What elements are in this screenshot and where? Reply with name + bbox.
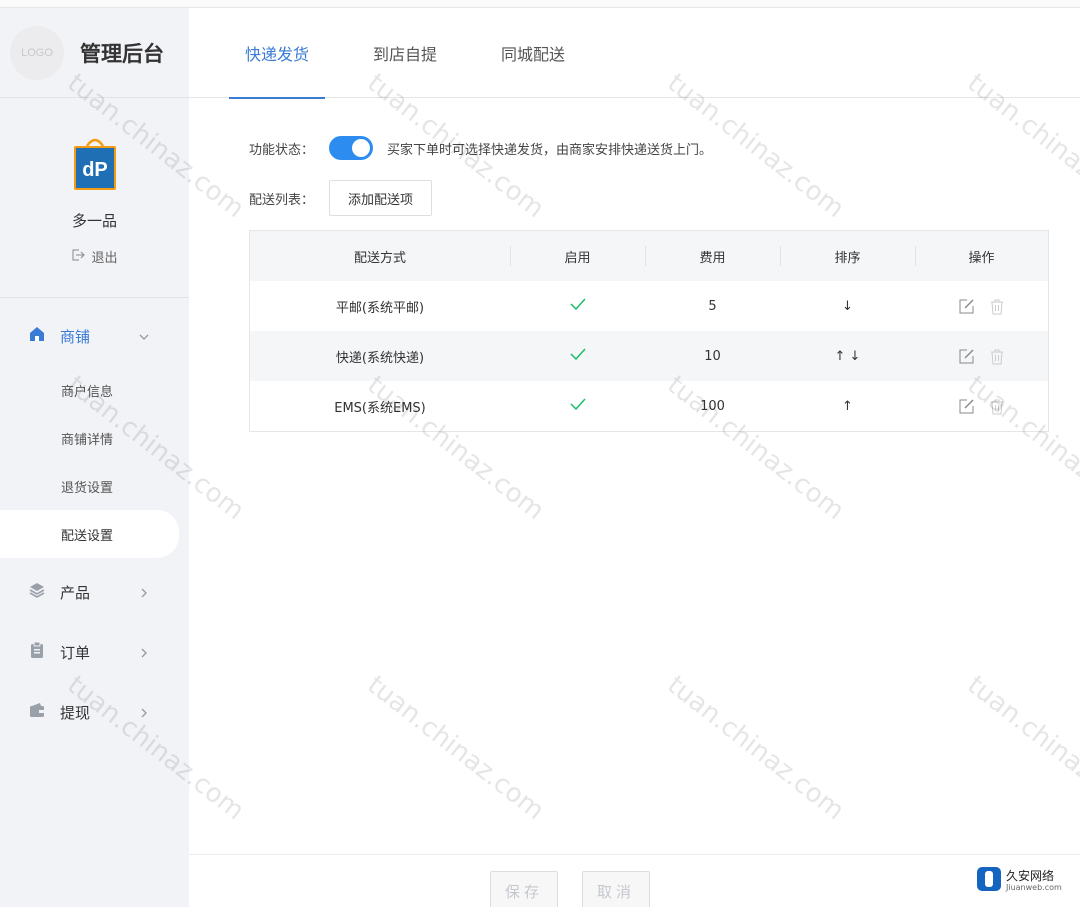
nav-group-label: 提现 (60, 703, 91, 722)
corner-brand: 久安网络 Jiuanweb.com (976, 866, 1062, 896)
save-button[interactable]: 保存 (490, 871, 558, 907)
add-delivery-button[interactable]: 添加配送项 (329, 180, 433, 216)
side-nav: 商铺 商户信息 商铺详情 退货设置 配送设置 产品 订单 提现 (0, 298, 189, 742)
col-header-method: 配送方式 (353, 250, 406, 266)
sidebar-item-delivery-settings[interactable]: 配送设置 (0, 510, 179, 558)
cancel-button[interactable]: 取消 (582, 871, 650, 907)
col-header-sort: 排序 (780, 231, 915, 281)
status-toggle[interactable] (329, 136, 373, 160)
nav-group-label: 商铺 (60, 327, 91, 346)
sidebar-item-return-settings[interactable]: 退货设置 (0, 462, 189, 510)
nav-group-label: 订单 (60, 643, 91, 662)
corner-brand-name: 久安网络 (1006, 869, 1055, 883)
app-title: 管理后台 (80, 41, 164, 66)
list-label: 配送列表： (249, 192, 315, 208)
logout-icon (71, 248, 86, 266)
main-content: 快递发货 到店自提 同城配送 功能状态： 买家下单时可选择快递发货，由商家安排快… (189, 8, 1080, 907)
sidebar-item-merchant-info[interactable]: 商户信息 (0, 366, 189, 414)
status-label: 功能状态： (249, 142, 315, 158)
shop-profile: dP 多一品 退出 (0, 98, 189, 298)
nav-group-withdraw[interactable]: 提现 (0, 682, 189, 742)
check-icon (569, 348, 586, 364)
delivery-table: 配送方式 启用 费用 排序 操作 平邮(系统平邮) 5 ↓ 快递(系统快递) 1… (249, 230, 1049, 432)
chevron-right-icon (138, 584, 150, 603)
actions-cell (915, 331, 1048, 381)
fee-cell: 10 (704, 348, 721, 364)
top-strip (0, 0, 1080, 8)
check-icon (569, 298, 586, 314)
shop-name: 多一品 (71, 212, 117, 230)
list-row: 配送列表： 添加配送项 (249, 180, 433, 216)
fee-cell: 5 (708, 298, 717, 314)
enabled-cell[interactable] (510, 381, 645, 431)
logout-button[interactable]: 退出 (71, 247, 118, 266)
table-row: EMS(系统EMS) 100 ↑ (250, 381, 1048, 431)
brand-header: LOGO 管理后台 (0, 8, 189, 98)
sidebar-item-shop-details[interactable]: 商铺详情 (0, 414, 189, 462)
status-row: 功能状态： 买家下单时可选择快递发货，由商家安排快递送货上门。 (249, 136, 712, 160)
delete-icon[interactable] (989, 298, 1005, 315)
layers-icon (28, 581, 46, 603)
delete-icon[interactable] (989, 348, 1005, 365)
tab-express-delivery[interactable]: 快递发货 (229, 8, 325, 99)
edit-icon[interactable] (958, 298, 975, 315)
corner-brand-domain: Jiuanweb.com (1006, 883, 1062, 892)
shop-avatar: dP (72, 134, 118, 192)
home-icon (28, 325, 46, 347)
svg-text:dP: dP (82, 159, 108, 181)
sidebar: LOGO 管理后台 dP 多一品 退出 商铺 商户信息 商铺详情 退货设置 配送… (0, 8, 189, 907)
method-cell: 平邮(系统平邮) (335, 300, 425, 316)
actions-cell (915, 381, 1048, 431)
chevron-right-icon (138, 704, 150, 723)
fee-cell: 100 (700, 398, 725, 414)
status-description: 买家下单时可选择快递发货，由商家安排快递送货上门。 (387, 142, 713, 158)
tab-store-pickup[interactable]: 到店自提 (357, 8, 453, 98)
enabled-cell[interactable] (510, 281, 645, 331)
brand-mark-icon (976, 866, 1002, 896)
sort-cell[interactable]: ↑ ↓ (780, 331, 915, 381)
method-cell: 快递(系统快递) (335, 350, 425, 366)
delivery-tabs: 快递发货 到店自提 同城配送 (189, 8, 1080, 99)
sort-cell[interactable]: ↑ (780, 381, 915, 431)
edit-icon[interactable] (958, 398, 975, 415)
chevron-right-icon (138, 644, 150, 663)
wallet-icon (28, 701, 46, 723)
col-header-fee: 费用 (645, 231, 780, 281)
table-row: 快递(系统快递) 10 ↑ ↓ (250, 331, 1048, 381)
table-row: 平邮(系统平邮) 5 ↓ (250, 281, 1048, 331)
edit-icon[interactable] (958, 348, 975, 365)
nav-group-shop[interactable]: 商铺 (0, 306, 189, 366)
enabled-cell[interactable] (510, 331, 645, 381)
app-logo: LOGO (10, 25, 64, 80)
clipboard-icon (28, 641, 46, 663)
check-icon (569, 398, 586, 414)
chevron-down-icon (138, 328, 150, 347)
actions-cell (915, 281, 1048, 331)
sort-cell[interactable]: ↓ (780, 281, 915, 331)
logout-label: 退出 (91, 251, 118, 266)
footer-bar: 保存 取消 (189, 854, 1080, 907)
method-cell: EMS(系统EMS) (334, 400, 426, 416)
nav-group-label: 产品 (60, 583, 91, 602)
tab-local-delivery[interactable]: 同城配送 (485, 8, 581, 98)
delete-icon[interactable] (989, 398, 1005, 415)
toggle-knob (352, 139, 370, 157)
table-header: 配送方式 启用 费用 排序 操作 (250, 231, 1048, 281)
nav-group-orders[interactable]: 订单 (0, 622, 189, 682)
col-header-enabled: 启用 (510, 231, 645, 281)
col-header-actions: 操作 (915, 231, 1048, 281)
nav-group-products[interactable]: 产品 (0, 562, 189, 622)
